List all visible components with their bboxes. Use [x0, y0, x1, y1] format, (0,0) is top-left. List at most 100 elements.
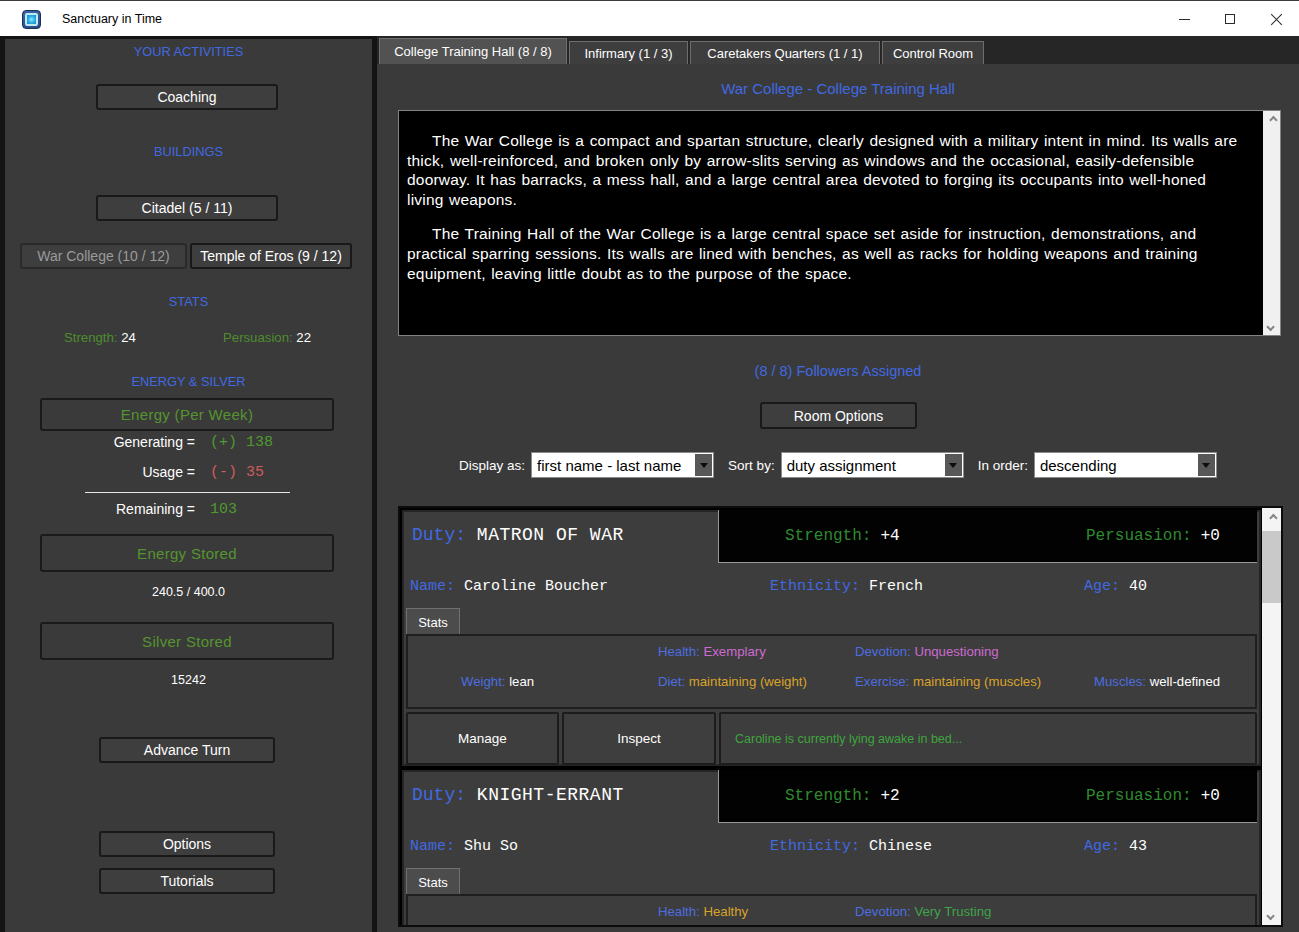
scrollbar-thumb[interactable]	[1262, 531, 1281, 603]
follower-strength-label: Strength:	[785, 787, 871, 805]
stat-diet: Diet: maintaining (weight)	[658, 674, 807, 689]
generating-value: (+) 138	[210, 434, 273, 451]
stats-tab[interactable]: Stats	[406, 608, 460, 635]
in-order-label: In order:	[978, 458, 1028, 473]
follower-persuasion-value: +0	[1201, 527, 1220, 545]
silver-stored-value: 15242	[5, 673, 372, 687]
card-button-row: Manage Inspect Caroline is currently lyi…	[406, 712, 1257, 765]
display-as-select[interactable]: first name - last name	[531, 452, 714, 478]
follower-stat-bar: Strength: +2 Persuasion: +0	[718, 770, 1257, 823]
list-controls-row: Display as: first name - last name Sort …	[377, 452, 1299, 478]
tab-college-training-hall[interactable]: College Training Hall (8 / 8)	[379, 38, 567, 64]
stats-tab[interactable]: Stats	[406, 868, 460, 895]
follower-card-caroline: Duty: MATRON OF WAR Strength:+4 Persuasi…	[402, 510, 1261, 766]
tab-control-room[interactable]: Control Room	[882, 41, 984, 64]
remaining-label: Remaining =	[116, 501, 195, 517]
duty-value: MATRON OF WAR	[477, 525, 624, 545]
persuasion-value: 22	[296, 330, 311, 345]
display-as-dropdown-icon[interactable]	[695, 454, 712, 476]
follower-ethnicity: Ethnicity: Chinese	[770, 838, 932, 855]
follower-strength-value: +2	[880, 787, 899, 805]
strength-label: Strength:	[64, 330, 118, 345]
scroll-up-icon[interactable]	[1263, 111, 1280, 128]
duty-label: Duty:	[412, 525, 466, 545]
sort-by-dropdown-icon[interactable]	[945, 454, 962, 476]
sidebar: YOUR ACTIVITIES Coaching BUILDINGS Citad…	[5, 39, 372, 932]
follower-list-scrollbar[interactable]	[1262, 508, 1281, 925]
minimize-icon	[1179, 19, 1190, 20]
buildings-header: BUILDINGS	[5, 144, 372, 159]
in-order-dropdown-icon[interactable]	[1198, 454, 1215, 476]
display-as-label: Display as:	[459, 458, 525, 473]
inspect-button[interactable]: Inspect	[562, 712, 716, 765]
follower-persuasion-label: Persuasion:	[1086, 787, 1192, 805]
close-button[interactable]	[1253, 1, 1299, 37]
energy-stored-value: 240.5 / 400.0	[5, 585, 372, 599]
stat-devotion: Devotion: Unquestioning	[855, 644, 999, 659]
stat-weight: Weight: lean	[461, 674, 534, 689]
app-icon-inner	[25, 13, 38, 26]
window-title: Sanctuary in Time	[62, 1, 162, 37]
stats-panel: Health: Healthy Devotion: Very Trusting	[406, 894, 1257, 927]
follower-persuasion-label: Persuasion:	[1086, 527, 1192, 545]
persuasion-label: Persuasion:	[223, 330, 293, 345]
minimize-button[interactable]	[1161, 1, 1207, 37]
main-panel: College Training Hall (8 / 8) Infirmary …	[377, 36, 1299, 932]
app-icon	[22, 10, 41, 29]
room-title: War College - College Training Hall	[377, 80, 1299, 97]
room-tab-strip: College Training Hall (8 / 8) Infirmary …	[377, 36, 1299, 64]
duty-row: Duty: KNIGHT-ERRANT	[412, 785, 624, 805]
citadel-button[interactable]: Citadel (5 / 11)	[96, 195, 278, 221]
description-paragraph-1: The War College is a compact and spartan…	[407, 131, 1245, 210]
follower-strength: Strength: +2	[785, 770, 900, 822]
follower-age: Age: 43	[1084, 838, 1147, 855]
sort-by-select[interactable]: duty assignment	[781, 452, 964, 478]
follower-name: Name: Shu So	[410, 838, 518, 855]
advance-turn-button[interactable]: Advance Turn	[99, 737, 275, 763]
stat-health: Health: Healthy	[658, 904, 748, 919]
scroll-down-icon[interactable]	[1263, 318, 1280, 335]
follower-persuasion: Persuasion: +0	[1086, 770, 1220, 822]
energy-silver-header: ENERGY & SILVER	[5, 374, 372, 389]
activities-header: YOUR ACTIVITIES	[5, 44, 372, 59]
strength-stat: Strength: 24	[64, 330, 136, 345]
follower-name: Name: Caroline Boucher	[410, 578, 608, 595]
description-paragraph-2: The Training Hall of the War College is …	[407, 224, 1245, 283]
usage-label: Usage =	[142, 464, 195, 480]
stat-muscles: Muscles: well-defined	[1094, 674, 1220, 689]
in-order-value: descending	[1040, 453, 1117, 477]
usage-value: (-) 35	[210, 464, 264, 481]
follower-strength-value: +4	[880, 527, 899, 545]
duty-label: Duty:	[412, 785, 466, 805]
war-college-button[interactable]: War College (10 / 12)	[20, 243, 187, 269]
tab-infirmary[interactable]: Infirmary (1 / 3)	[569, 41, 688, 64]
close-icon	[1270, 13, 1283, 26]
follower-strength: Strength:+4	[785, 510, 900, 562]
stat-devotion: Devotion: Very Trusting	[855, 904, 991, 919]
scroll-up-icon[interactable]	[1262, 508, 1281, 527]
in-order-select[interactable]: descending	[1034, 452, 1217, 478]
manage-button[interactable]: Manage	[406, 712, 559, 765]
room-options-button[interactable]: Room Options	[760, 402, 917, 429]
options-button[interactable]: Options	[99, 831, 275, 857]
follower-age: Age: 40	[1084, 578, 1147, 595]
room-description-box: The War College is a compact and spartan…	[398, 110, 1281, 336]
scroll-down-icon[interactable]	[1262, 906, 1281, 925]
tutorials-button[interactable]: Tutorials	[99, 868, 275, 894]
tab-caretakers-quarters[interactable]: Caretakers Quarters (1 / 1)	[690, 41, 880, 64]
follower-identity-row: Name: Shu So Ethnicity: Chinese Age: 43	[404, 838, 1259, 858]
sort-by-label: Sort by:	[728, 458, 775, 473]
followers-assigned-label: (8 / 8) Followers Assigned	[377, 363, 1299, 379]
maximize-icon	[1225, 14, 1235, 24]
maximize-button[interactable]	[1207, 1, 1253, 37]
follower-card-shu: Duty: KNIGHT-ERRANT Strength: +2 Persuasi…	[402, 770, 1261, 927]
description-scrollbar[interactable]	[1263, 111, 1280, 335]
remaining-value: 103	[210, 501, 237, 518]
follower-list: Duty: MATRON OF WAR Strength:+4 Persuasi…	[398, 506, 1283, 927]
follower-persuasion-value: +0	[1201, 787, 1220, 805]
coaching-button[interactable]: Coaching	[96, 84, 278, 110]
temple-of-eros-button[interactable]: Temple of Eros (9 / 12)	[190, 243, 352, 269]
follower-ethnicity: Ethnicity: French	[770, 578, 923, 595]
room-description-text: The War College is a compact and spartan…	[399, 111, 1263, 335]
stats-panel: Health: Exemplary Devotion: Unquestionin…	[406, 634, 1257, 709]
